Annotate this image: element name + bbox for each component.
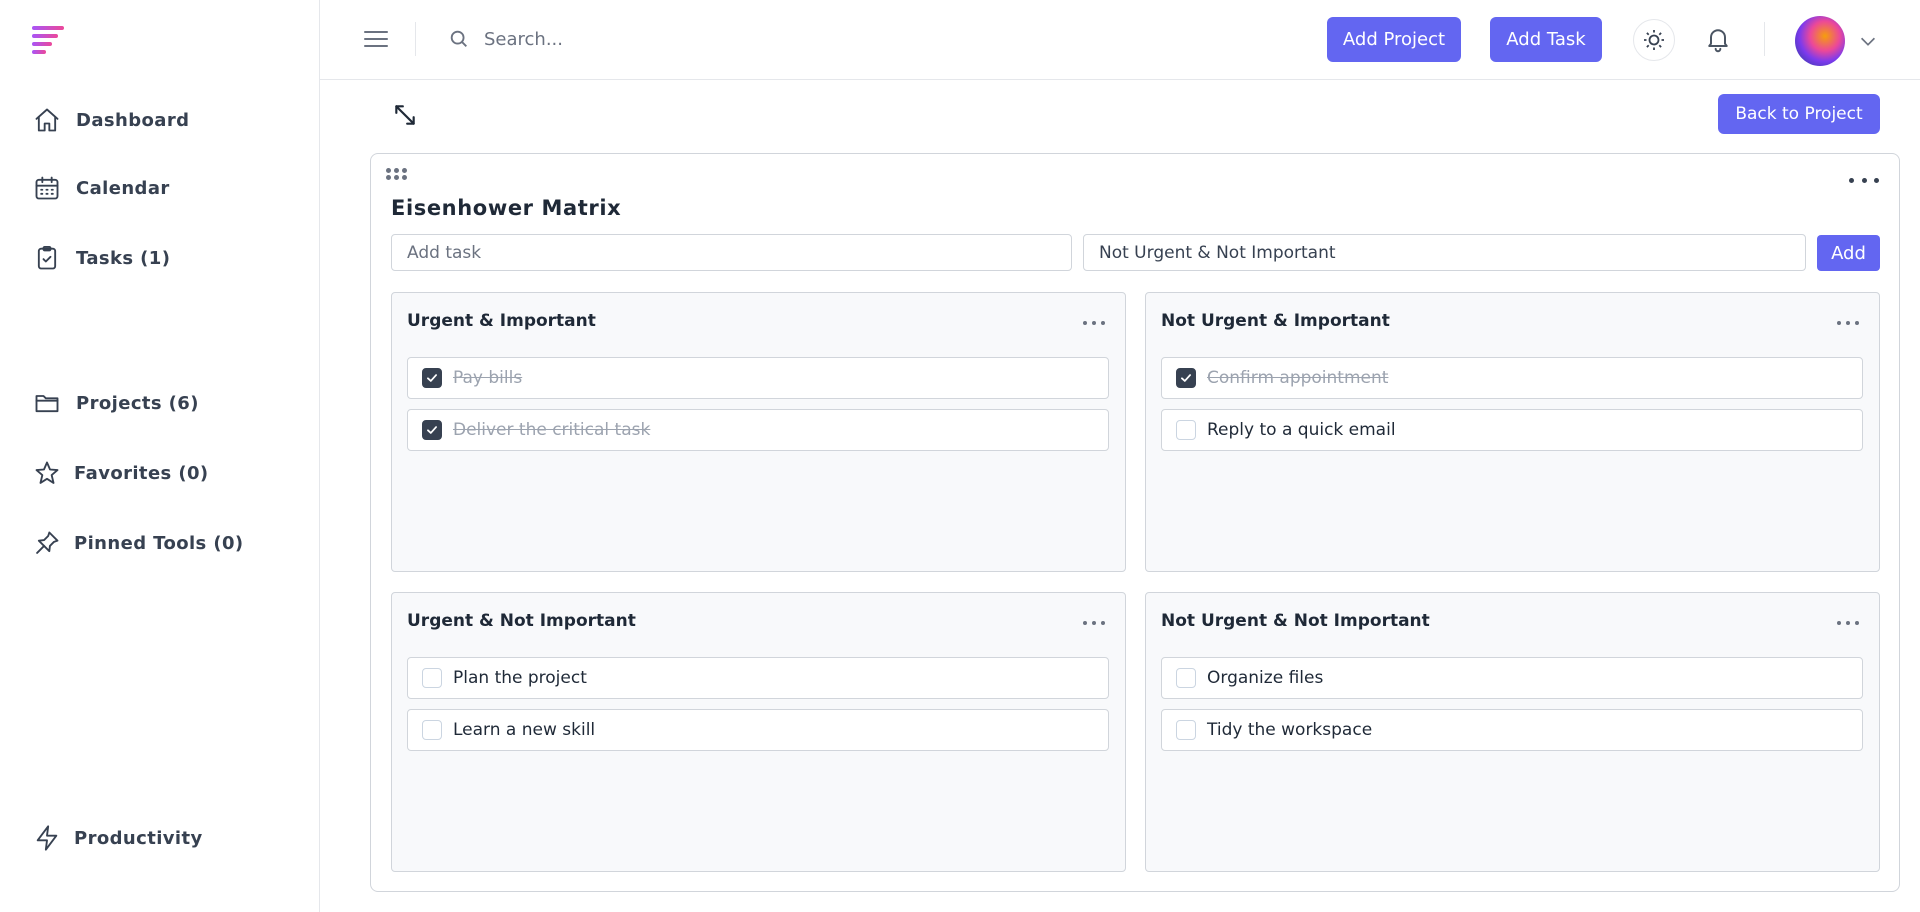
sidebar-item-projects[interactable]: Projects (6) (32, 385, 199, 421)
sidebar-item-label: Favorites (0) (74, 462, 209, 484)
sun-icon (1644, 30, 1664, 50)
top-bar: Add Project Add Task (320, 0, 1920, 80)
sidebar-item-label: Productivity (74, 827, 203, 849)
task-checkbox[interactable] (1176, 368, 1196, 388)
home-icon (32, 105, 62, 135)
add-task-button[interactable]: Add Task (1490, 17, 1602, 62)
quadrant-select[interactable]: Not Urgent & Not Important (1083, 234, 1806, 271)
task-item[interactable]: Plan the project (407, 657, 1109, 699)
avatar[interactable] (1795, 16, 1845, 66)
task-text: Reply to a quick email (1207, 420, 1396, 440)
task-text: Confirm appointment (1207, 368, 1389, 388)
widget-title: Eisenhower Matrix (391, 196, 622, 220)
divider (1764, 22, 1765, 56)
menu-icon[interactable] (362, 26, 390, 54)
quadrant-select-value: Not Urgent & Not Important (1099, 242, 1336, 263)
quadrant-title: Not Urgent & Important (1161, 311, 1390, 331)
sidebar-item-productivity[interactable]: Productivity (32, 820, 203, 856)
task-text: Deliver the critical task (453, 420, 651, 440)
lightning-icon (32, 823, 62, 853)
sidebar-item-label: Dashboard (76, 109, 190, 131)
sidebar-item-favorites[interactable]: Favorites (0) (32, 455, 209, 491)
sidebar-item-tasks[interactable]: Tasks (1) (32, 240, 170, 276)
task-item[interactable]: Organize files (1161, 657, 1863, 699)
sidebar-item-label: Calendar (76, 177, 170, 199)
quadrant-title: Not Urgent & Not Important (1161, 611, 1430, 631)
sidebar-item-dashboard[interactable]: Dashboard (32, 102, 189, 138)
back-to-project-button[interactable]: Back to Project (1718, 94, 1880, 134)
sidebar: Dashboard Calendar Tasks (1) Projects (6… (0, 0, 320, 912)
task-checkbox[interactable] (1176, 720, 1196, 740)
task-text: Pay bills (453, 368, 523, 388)
task-checkbox[interactable] (422, 720, 442, 740)
task-text: Plan the project (453, 668, 587, 688)
task-item[interactable]: Reply to a quick email (1161, 409, 1863, 451)
task-checkbox[interactable] (1176, 420, 1196, 440)
sidebar-item-calendar[interactable]: Calendar (32, 170, 170, 206)
sidebar-item-label: Pinned Tools (0) (74, 532, 244, 554)
eisenhower-widget: Eisenhower Matrix Not Urgent & Not Impor… (370, 153, 1900, 892)
task-item[interactable]: Learn a new skill (407, 709, 1109, 751)
expand-icon[interactable] (392, 102, 418, 128)
pin-icon (32, 528, 62, 558)
calendar-icon (32, 173, 62, 203)
task-item[interactable]: Confirm appointment (1161, 357, 1863, 399)
divider (415, 22, 416, 56)
folder-icon (32, 388, 62, 418)
quadrant-more-icon[interactable] (1083, 620, 1105, 626)
task-checkbox[interactable] (422, 420, 442, 440)
quadrant-more-icon[interactable] (1083, 320, 1105, 326)
sidebar-item-pinned-tools[interactable]: Pinned Tools (0) (32, 525, 244, 561)
task-text: Learn a new skill (453, 720, 596, 740)
quadrant-urgent-important: Urgent & Important Pay bills Deliver the… (391, 292, 1126, 572)
bell-icon[interactable] (1704, 25, 1734, 55)
theme-toggle-button[interactable] (1633, 19, 1675, 61)
task-item[interactable]: Tidy the workspace (1161, 709, 1863, 751)
clipboard-check-icon (32, 243, 62, 273)
sidebar-item-label: Tasks (1) (76, 247, 171, 269)
check-icon (427, 426, 437, 434)
quadrant-urgent-not-important: Urgent & Not Important Plan the project … (391, 592, 1126, 872)
add-task-input[interactable] (391, 234, 1072, 271)
quadrant-not-urgent-important: Not Urgent & Important Confirm appointme… (1145, 292, 1880, 572)
drag-handle-icon[interactable] (386, 168, 410, 182)
quadrant-more-icon[interactable] (1837, 320, 1859, 326)
search-input[interactable] (484, 20, 884, 58)
add-project-button[interactable]: Add Project (1327, 17, 1461, 62)
sidebar-item-label: Projects (6) (76, 392, 199, 414)
brand-logo-icon[interactable] (32, 26, 68, 56)
widget-more-icon[interactable] (1849, 170, 1879, 190)
star-icon (32, 458, 62, 488)
task-item[interactable]: Deliver the critical task (407, 409, 1109, 451)
quadrant-more-icon[interactable] (1837, 620, 1859, 626)
quadrant-not-urgent-not-important: Not Urgent & Not Important Organize file… (1145, 592, 1880, 872)
task-text: Organize files (1207, 668, 1324, 688)
search-icon (448, 28, 470, 50)
check-icon (1181, 374, 1191, 382)
add-button[interactable]: Add (1817, 235, 1880, 271)
task-checkbox[interactable] (422, 368, 442, 388)
check-icon (427, 374, 437, 382)
task-checkbox[interactable] (1176, 668, 1196, 688)
app-root: Dashboard Calendar Tasks (1) Projects (6… (0, 0, 1920, 912)
task-text: Tidy the workspace (1207, 720, 1373, 740)
quadrant-title: Urgent & Not Important (407, 611, 636, 631)
task-item[interactable]: Pay bills (407, 357, 1109, 399)
quadrant-title: Urgent & Important (407, 311, 596, 331)
chevron-down-icon[interactable] (1857, 30, 1879, 52)
task-checkbox[interactable] (422, 668, 442, 688)
